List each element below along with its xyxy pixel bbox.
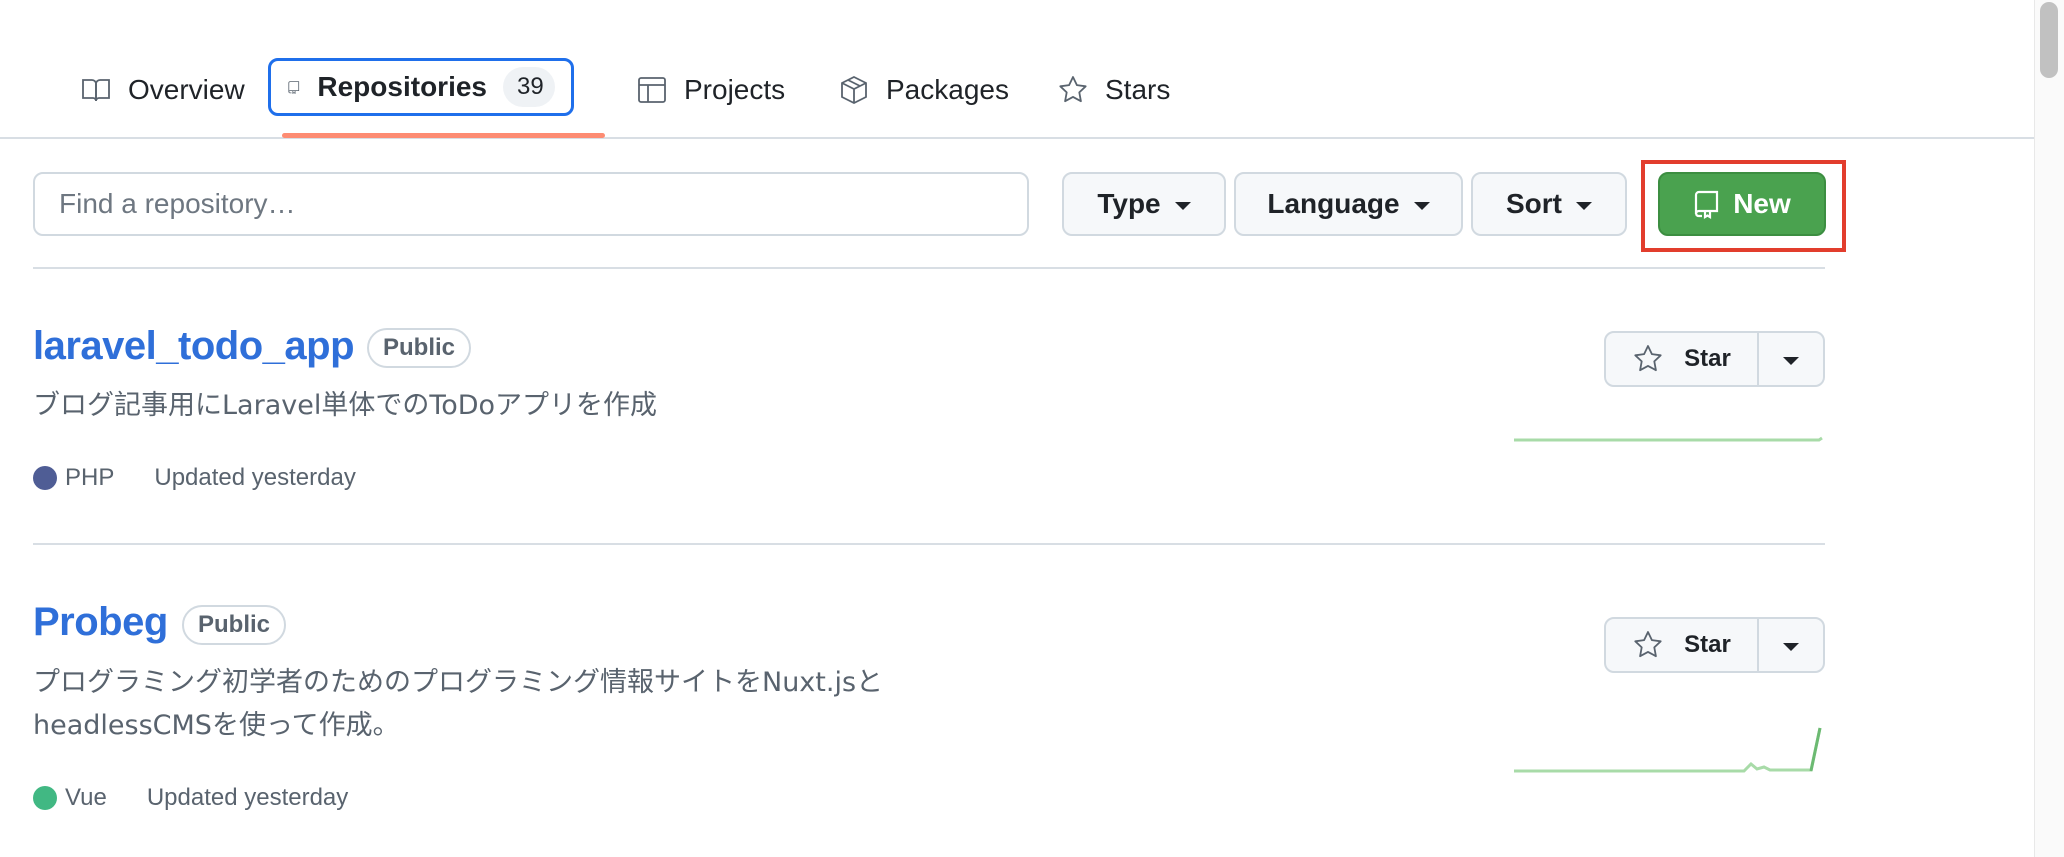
sort-filter-button[interactable]: Sort: [1471, 172, 1627, 236]
language-color-dot: [33, 786, 57, 810]
scrollbar-track[interactable]: [2034, 0, 2064, 857]
tab-projects[interactable]: Projects: [636, 60, 785, 120]
tab-projects-label: Projects: [684, 74, 786, 105]
repo-updated: Updated yesterday: [154, 464, 356, 491]
repo-language: Vue: [65, 784, 107, 811]
activity-sparkline: [1514, 727, 1822, 773]
caret-down-icon: [1783, 357, 1799, 365]
star-icon: [1634, 631, 1662, 658]
repo-name-link[interactable]: Probeg: [33, 600, 168, 645]
repositories-page: Overview Repositories 39 Projects Packag…: [0, 0, 2064, 857]
visibility-badge: Public: [182, 605, 287, 645]
caret-down-icon: [1174, 202, 1191, 210]
visibility-badge: Public: [367, 328, 472, 368]
language-filter-label: Language: [1267, 188, 1400, 219]
tab-overview-label: Overview: [128, 74, 245, 105]
repo-description-line: プログラミング初学者のためのプログラミング情報サイトをNuxt.jsと: [33, 667, 884, 698]
caret-down-icon: [1413, 202, 1430, 210]
scrollbar-thumb[interactable]: [2040, 2, 2058, 78]
profile-tabnav: Overview Repositories 39 Projects Packag…: [0, 0, 2034, 139]
repo-updated: Updated yesterday: [146, 784, 349, 811]
star-lists-dropdown[interactable]: [1759, 619, 1823, 671]
repositories-count-badge: 39: [503, 67, 555, 107]
star-button[interactable]: Star: [1606, 333, 1759, 385]
tab-overview[interactable]: Overview: [80, 60, 245, 120]
tab-repositories[interactable]: Repositories 39: [268, 58, 574, 116]
repo-description-line: headlessCMSを使って作成。: [33, 710, 400, 741]
tab-packages-label: Packages: [886, 74, 1009, 105]
type-filter-label: Type: [1097, 188, 1161, 219]
new-button-label: New: [1733, 188, 1791, 219]
caret-down-icon: [1576, 202, 1592, 210]
type-filter-button[interactable]: Type: [1062, 172, 1226, 236]
repo-name-link[interactable]: laravel_todo_app: [33, 324, 355, 369]
repo-description: ブログ記事用にLaravel単体でのToDoアプリを作成: [33, 390, 658, 421]
star-icon: [1634, 345, 1662, 372]
star-button-label: Star: [1684, 345, 1731, 372]
book-icon: [82, 79, 110, 102]
star-button-group: Star: [1604, 331, 1825, 387]
repo-description: プログラミング初学者のためのプログラミング情報サイトをNuxt.jsと head…: [33, 661, 883, 747]
tab-stars-label: Stars: [1105, 74, 1171, 105]
star-icon: [1059, 76, 1087, 103]
package-icon: [841, 75, 867, 105]
tab-packages[interactable]: Packages: [838, 60, 1009, 120]
repo-meta: Vue Updated yesterday: [33, 784, 348, 812]
activity-sparkline: [1514, 436, 1823, 442]
star-lists-dropdown[interactable]: [1759, 333, 1823, 385]
repo-meta: PHP Updated yesterday: [33, 464, 356, 492]
language-color-dot: [33, 466, 57, 490]
repo-icon: [1695, 190, 1719, 219]
find-repository-input[interactable]: [33, 172, 1029, 236]
table-icon: [638, 77, 666, 103]
language-filter-button[interactable]: Language: [1234, 172, 1463, 236]
tab-stars[interactable]: Stars: [1057, 60, 1170, 120]
star-button[interactable]: Star: [1606, 619, 1759, 671]
repo-language: PHP: [65, 464, 115, 491]
caret-down-icon: [1783, 643, 1799, 651]
selected-tab-underline: [282, 133, 605, 138]
new-repository-button[interactable]: New: [1658, 172, 1826, 236]
star-button-label: Star: [1684, 631, 1731, 658]
star-button-group: Star: [1604, 617, 1825, 673]
repo-icon: [288, 81, 300, 95]
divider: [33, 543, 1825, 545]
sort-filter-label: Sort: [1506, 188, 1562, 219]
tab-repositories-label: Repositories: [317, 71, 487, 102]
divider: [33, 267, 1825, 269]
